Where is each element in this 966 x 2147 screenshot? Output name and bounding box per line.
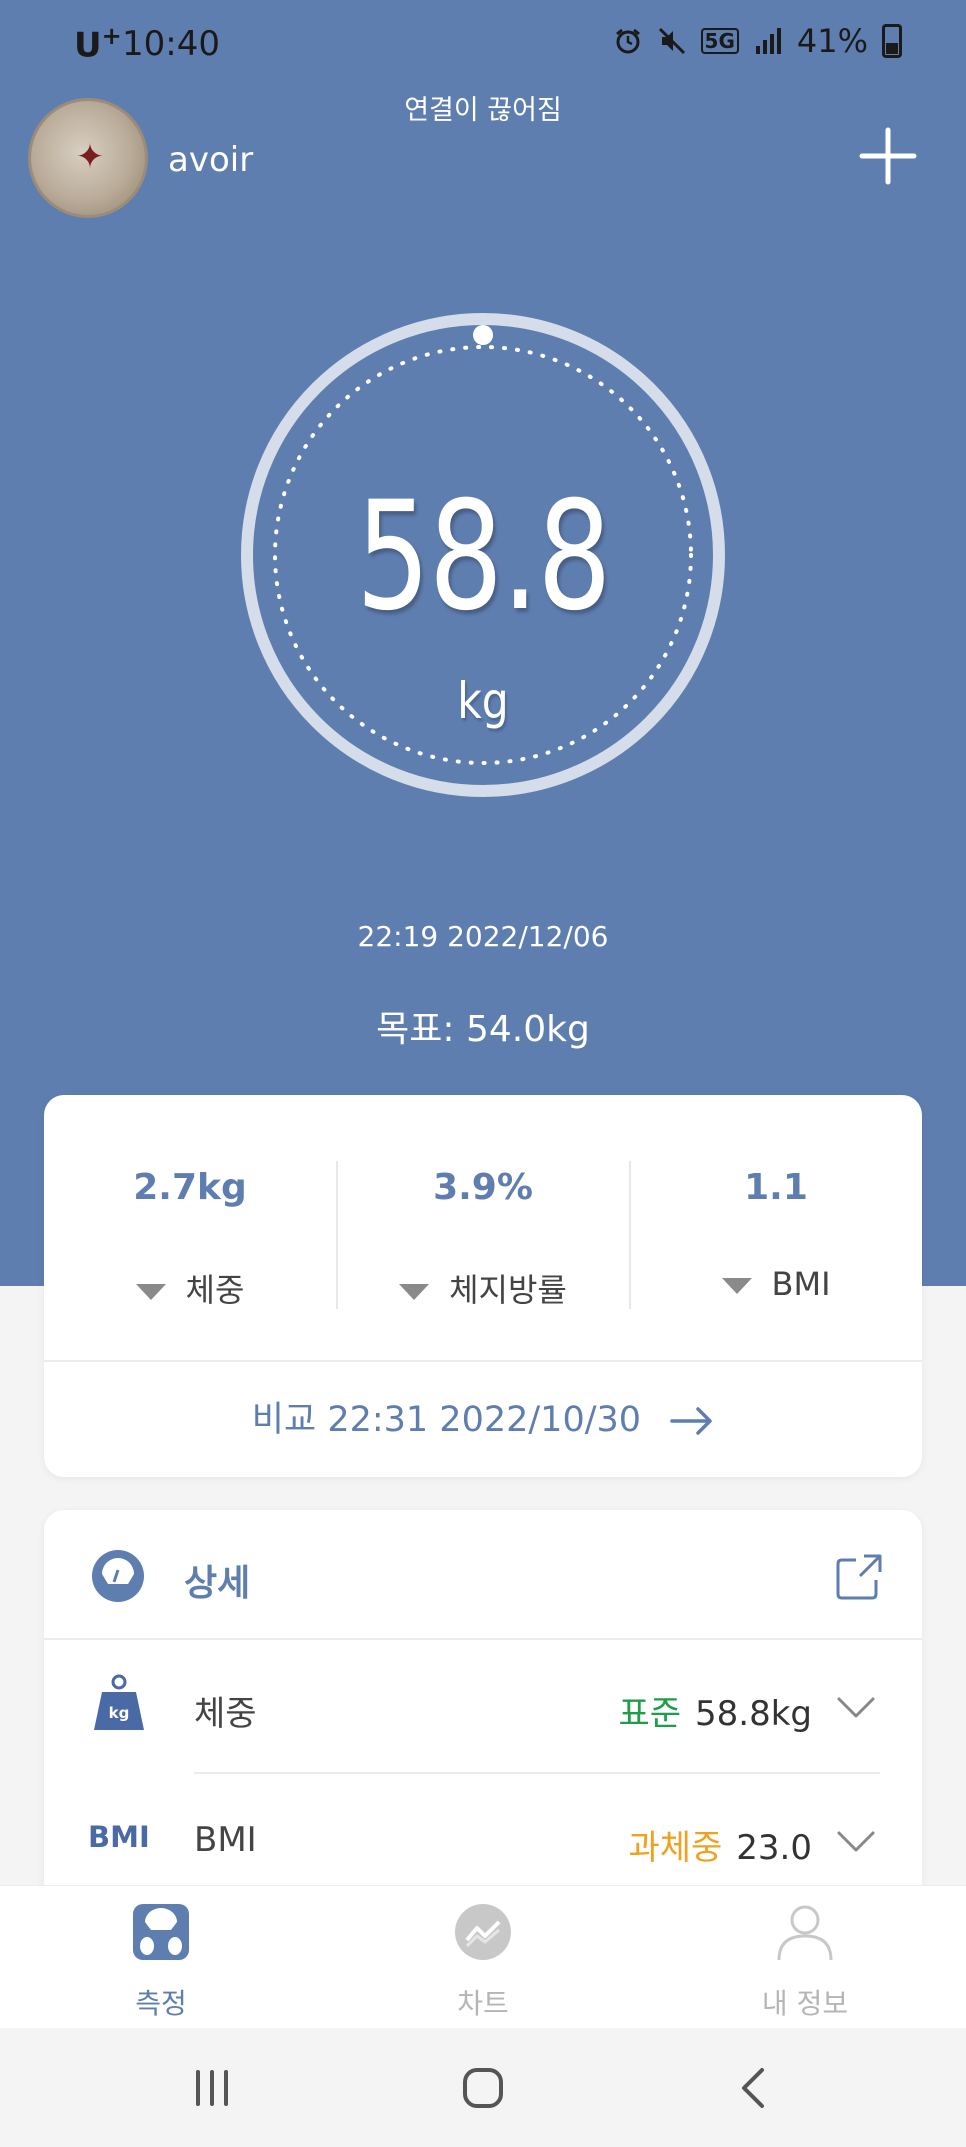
row-label: 체중	[194, 1694, 257, 1734]
status-overweight: 과체중	[628, 1828, 723, 1868]
row-value: 표준 58.8kg	[618, 1694, 812, 1734]
stat-value: 1.1	[744, 1167, 808, 1208]
compare-link[interactable]: 비교 22:31 2022/10/30	[44, 1391, 922, 1442]
stat-value: 2.7kg	[133, 1167, 247, 1208]
row-value: 과체중 23.0	[628, 1828, 812, 1868]
battery-percent: 41%	[796, 22, 868, 60]
connection-status: 연결이 끊어짐	[404, 95, 562, 126]
network-badge: 5G	[700, 28, 739, 54]
status-bar: U+ 10:40 5G 41%	[0, 0, 966, 90]
divider	[44, 1360, 922, 1362]
tab-chart[interactable]: 차트	[383, 1886, 583, 2029]
add-button[interactable]	[858, 126, 918, 186]
chevron-down-icon[interactable]	[836, 1696, 876, 1720]
detail-title: 상세	[184, 1563, 251, 1604]
stat-label: 체중	[44, 1265, 336, 1311]
username[interactable]: avoir	[168, 140, 253, 180]
down-triangle-icon	[135, 1284, 166, 1300]
detail-card: 상세 kg 체중 표준 58.8kg BMI BMI 과체중 23.0	[44, 1510, 922, 1930]
down-triangle-icon	[721, 1278, 752, 1294]
svg-text:kg: kg	[109, 1704, 130, 1722]
avatar[interactable]: ✦	[28, 98, 148, 218]
stat-weight: 2.7kg 체중	[44, 1095, 336, 1325]
weight-unit: kg	[457, 672, 509, 730]
goal-weight[interactable]: 목표: 54.0kg	[0, 1000, 966, 1052]
bottom-nav: 측정 차트 내 정보	[0, 1885, 966, 2028]
status-icons: 5G 41%	[613, 22, 902, 60]
stat-value: 3.9%	[433, 1167, 533, 1208]
divider	[44, 1638, 922, 1640]
stat-label: BMI	[630, 1265, 922, 1303]
scale-icon	[133, 1904, 189, 1960]
system-nav-bar	[0, 2028, 966, 2147]
tab-label: 내 정보	[761, 1987, 849, 2020]
stat-label: 체지방률	[337, 1265, 629, 1311]
comparison-card: 2.7kg 체중 3.9% 체지방률 1.1 BMI 비교 22:31 2022…	[44, 1095, 922, 1477]
alarm-icon	[615, 28, 640, 54]
weight-icon: kg	[94, 1674, 144, 1730]
share-icon[interactable]	[834, 1550, 886, 1602]
carrier-label: U+	[74, 22, 122, 66]
signal-icon	[755, 28, 781, 54]
measurement-datetime: 22:19 2022/12/06	[357, 920, 609, 953]
tab-label: 측정	[135, 1987, 187, 2020]
bmi-icon: BMI	[88, 1820, 150, 1854]
person-icon	[777, 1905, 833, 1961]
chart-icon	[455, 1904, 511, 1960]
maple-leaf-icon: ✦	[75, 137, 105, 177]
arrow-right-icon	[670, 1407, 712, 1435]
scale-gauge-icon	[92, 1550, 144, 1602]
stat-bmi: 1.1 BMI	[630, 1095, 922, 1325]
recent-apps-icon[interactable]	[188, 2064, 236, 2112]
weight-value: 58.8	[355, 470, 612, 644]
home-icon[interactable]	[459, 2064, 507, 2112]
status-standard: 표준	[618, 1694, 682, 1734]
gauge-indicator	[473, 325, 493, 345]
tab-measure[interactable]: 측정	[61, 1886, 261, 2029]
back-icon[interactable]	[730, 2064, 778, 2112]
mute-icon	[658, 27, 685, 55]
stat-body-fat: 3.9% 체지방률	[337, 1095, 629, 1325]
battery-icon	[882, 24, 902, 58]
down-triangle-icon	[399, 1284, 430, 1300]
tab-label: 차트	[457, 1987, 509, 2020]
chevron-down-icon[interactable]	[836, 1830, 876, 1854]
divider	[194, 1772, 880, 1774]
tab-my-info[interactable]: 내 정보	[705, 1886, 905, 2029]
status-time: 10:40	[122, 24, 220, 64]
row-label: BMI	[194, 1820, 257, 1860]
